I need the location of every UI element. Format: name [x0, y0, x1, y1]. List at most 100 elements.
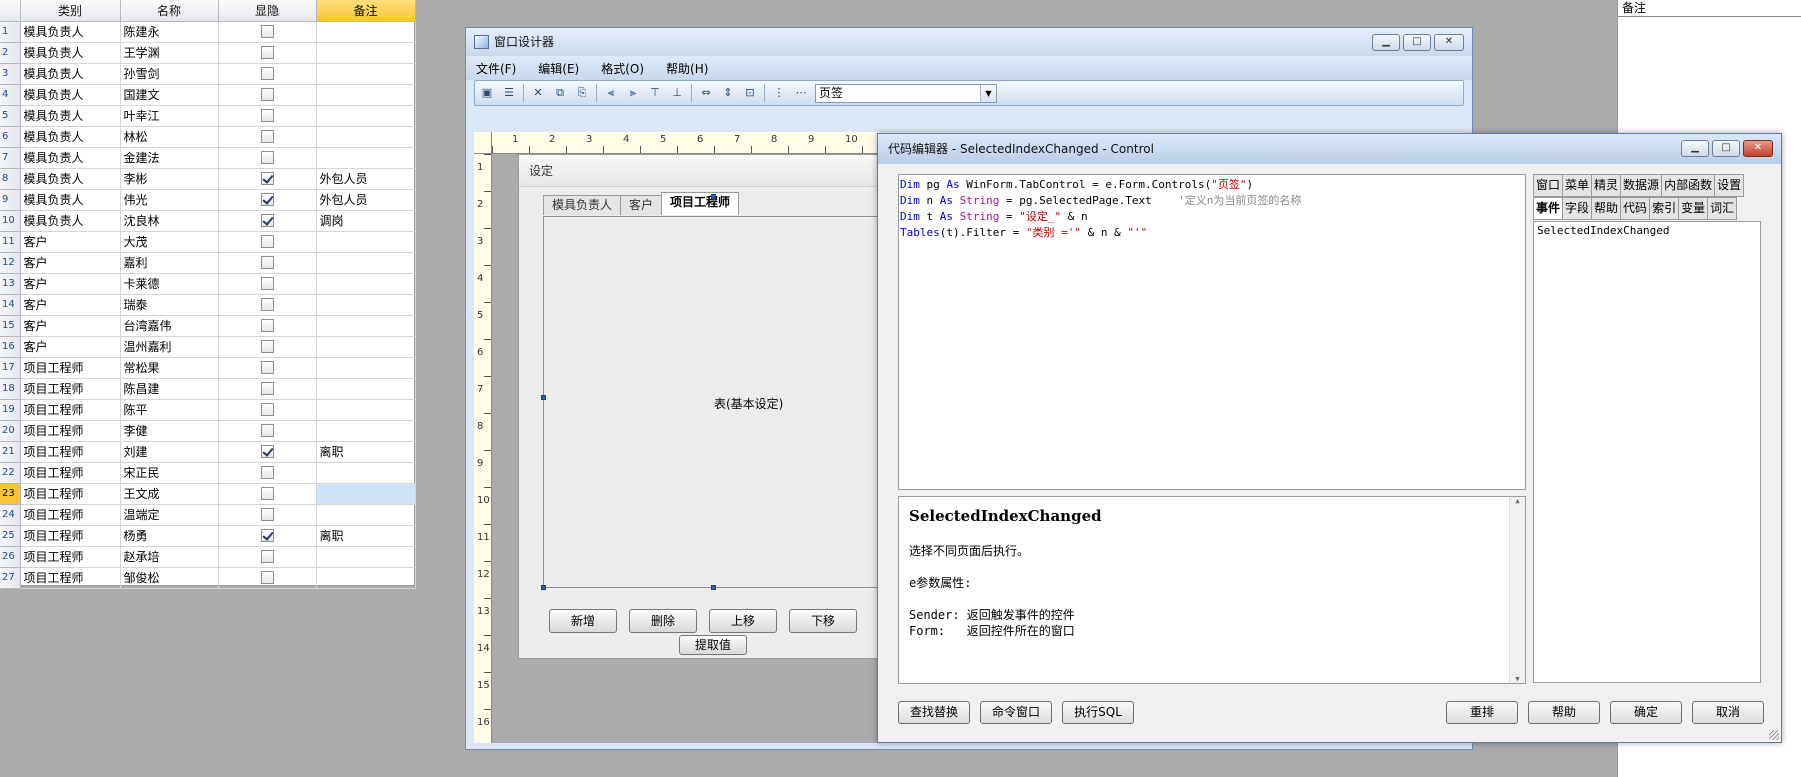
table-row[interactable]: 26 项目工程师 赵承培: [0, 546, 416, 568]
cell-note[interactable]: [316, 294, 416, 316]
cell-visible[interactable]: [218, 315, 317, 337]
cell-name[interactable]: 李彬: [120, 168, 219, 190]
cell-category[interactable]: 客户: [20, 231, 121, 253]
cell-category[interactable]: 项目工程师: [20, 504, 121, 526]
visible-checkbox[interactable]: [260, 46, 274, 59]
cell-note[interactable]: [316, 546, 416, 568]
cell-name[interactable]: 李健: [120, 420, 219, 442]
reference-tab[interactable]: 菜单: [1562, 174, 1593, 197]
cell-note[interactable]: [316, 483, 416, 505]
list-item[interactable]: SelectedIndexChanged: [1537, 224, 1757, 237]
cell-category[interactable]: 客户: [20, 294, 121, 316]
cell-category[interactable]: 模具负责人: [20, 126, 121, 148]
cell-visible[interactable]: [218, 525, 317, 547]
cell-visible[interactable]: [218, 378, 317, 400]
cell-category[interactable]: 模具负责人: [20, 168, 121, 190]
resize-handle[interactable]: [711, 585, 716, 590]
cell-note[interactable]: 外包人员: [316, 189, 416, 211]
cell-visible[interactable]: [218, 399, 317, 421]
save-icon[interactable]: ▣: [479, 85, 495, 101]
cell-name[interactable]: 赵承培: [120, 546, 219, 568]
data-grid[interactable]: 类别 名称 显隐 备注 1 模具负责人 陈建永 2 模具负责人 王学渊 3 模具负责人 孙雪剑 4…: [0, 0, 416, 589]
table-row[interactable]: 13 客户 卡莱德: [0, 273, 416, 295]
row-number[interactable]: 22: [0, 462, 21, 484]
cell-name[interactable]: 大茂: [120, 231, 219, 253]
cell-visible[interactable]: [218, 273, 317, 295]
code-editor-titlebar[interactable]: 代码编辑器 - SelectedIndexChanged - Control ▁…: [878, 134, 1781, 164]
cell-note[interactable]: [316, 63, 416, 85]
visible-checkbox[interactable]: [260, 277, 274, 290]
cell-visible[interactable]: [218, 231, 317, 253]
resize-handle[interactable]: [541, 585, 546, 590]
visible-checkbox[interactable]: [260, 571, 274, 584]
cell-note[interactable]: [316, 420, 416, 442]
event-list[interactable]: SelectedIndexChanged: [1533, 221, 1761, 683]
minimize-button[interactable]: ▁: [1372, 34, 1400, 51]
cell-category[interactable]: 客户: [20, 336, 121, 358]
same-width-icon[interactable]: ⇔: [698, 85, 714, 101]
cell-category[interactable]: 项目工程师: [20, 420, 121, 442]
table-row[interactable]: 7 模具负责人 金建法: [0, 147, 416, 169]
cell-name[interactable]: 卡莱德: [120, 273, 219, 295]
resize-handle[interactable]: [541, 395, 546, 400]
cell-note[interactable]: 调岗: [316, 210, 416, 232]
col-header-name[interactable]: 名称: [120, 0, 219, 22]
close-button[interactable]: ✕: [1743, 140, 1773, 157]
rearrange-button[interactable]: 重排: [1446, 701, 1518, 724]
align-right-icon[interactable]: ⫸: [625, 85, 641, 101]
col-header-visible[interactable]: 显隐: [218, 0, 317, 22]
row-number[interactable]: 19: [0, 399, 21, 421]
cell-note[interactable]: [316, 273, 416, 295]
table-row[interactable]: 2 模具负责人 王学渊: [0, 42, 416, 64]
cell-note[interactable]: [316, 315, 416, 337]
visible-checkbox[interactable]: [260, 529, 274, 542]
align-bottom-icon[interactable]: ⊥: [669, 85, 685, 101]
table-row[interactable]: 22 项目工程师 宋正民: [0, 462, 416, 484]
cell-visible[interactable]: [218, 567, 317, 589]
cell-note[interactable]: [316, 399, 416, 421]
minimize-button[interactable]: ▁: [1681, 140, 1709, 157]
cell-note[interactable]: [316, 567, 416, 589]
cell-name[interactable]: 宋正民: [120, 462, 219, 484]
cell-category[interactable]: 客户: [20, 252, 121, 274]
designer-titlebar[interactable]: 窗口设计器 ▁ □ ✕: [466, 28, 1472, 56]
resize-grip[interactable]: [1769, 730, 1779, 740]
cell-name[interactable]: 邹俊松: [120, 567, 219, 589]
cell-name[interactable]: 孙雪剑: [120, 63, 219, 85]
cell-category[interactable]: 模具负责人: [20, 189, 121, 211]
cell-note[interactable]: [316, 231, 416, 253]
table-row[interactable]: 4 模具负责人 国建文: [0, 84, 416, 106]
visible-checkbox[interactable]: [260, 130, 274, 143]
visible-checkbox[interactable]: [260, 424, 274, 437]
table-row[interactable]: 20 项目工程师 李健: [0, 420, 416, 442]
cell-category[interactable]: 模具负责人: [20, 105, 121, 127]
help-button[interactable]: 帮助: [1528, 701, 1600, 724]
cell-visible[interactable]: [218, 294, 317, 316]
cell-category[interactable]: 模具负责人: [20, 147, 121, 169]
row-number[interactable]: 21: [0, 441, 21, 463]
cell-category[interactable]: 模具负责人: [20, 21, 121, 43]
cell-name[interactable]: 叶幸江: [120, 105, 219, 127]
reference-tab[interactable]: 设置: [1714, 174, 1745, 197]
cell-name[interactable]: 陈昌建: [120, 378, 219, 400]
visible-checkbox[interactable]: [260, 466, 274, 479]
cell-category[interactable]: 项目工程师: [20, 525, 121, 547]
cell-name[interactable]: 林松: [120, 126, 219, 148]
cell-name[interactable]: 国建文: [120, 84, 219, 106]
visible-checkbox[interactable]: [260, 235, 274, 248]
visible-checkbox[interactable]: [260, 67, 274, 80]
cell-visible[interactable]: [218, 357, 317, 379]
cell-note[interactable]: 离职: [316, 525, 416, 547]
row-number[interactable]: 4: [0, 84, 21, 106]
table-row[interactable]: 8 模具负责人 李彬 外包人员: [0, 168, 416, 190]
cell-name[interactable]: 嘉利: [120, 252, 219, 274]
visible-checkbox[interactable]: [260, 487, 274, 500]
table-row[interactable]: 15 客户 台湾嘉伟: [0, 315, 416, 337]
table-row[interactable]: 19 项目工程师 陈平: [0, 399, 416, 421]
col-header-note[interactable]: 备注: [316, 0, 416, 22]
menu-edit[interactable]: 编辑(E): [538, 60, 579, 77]
row-number[interactable]: 17: [0, 357, 21, 379]
cell-name[interactable]: 刘建: [120, 441, 219, 463]
close-button[interactable]: ✕: [1434, 34, 1464, 51]
help-scrollbar[interactable]: ▲ ▼: [1509, 497, 1525, 683]
